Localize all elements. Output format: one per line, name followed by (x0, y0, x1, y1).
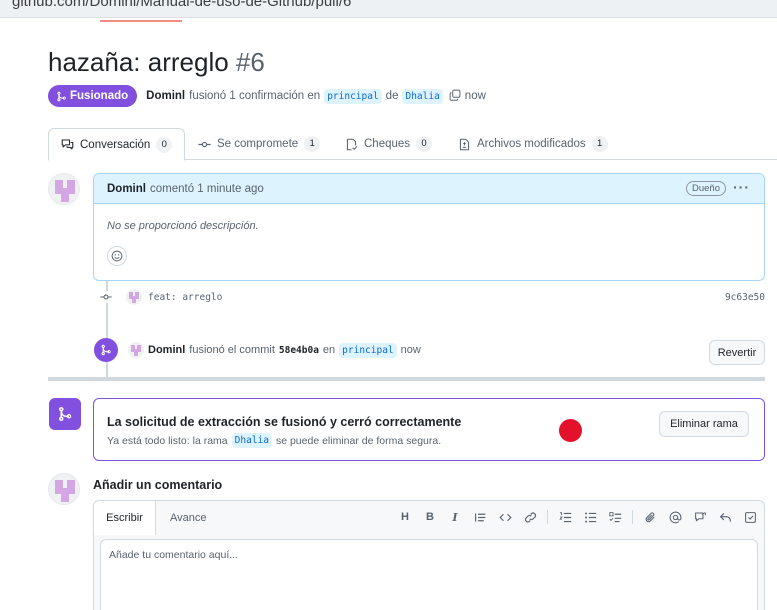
tab-files-label: Archivos modificados (477, 138, 586, 150)
tab-conversation-label: Conversación (80, 138, 151, 151)
tab-preview[interactable]: Avance (158, 501, 219, 534)
comment-body: No se proporcionó descripción. (107, 220, 259, 232)
merge-in-word: en (322, 344, 336, 356)
ordered-list-icon[interactable] (557, 509, 573, 525)
toolbar-divider-2 (632, 510, 633, 524)
reply-icon[interactable] (717, 509, 733, 525)
merge-author-avatar[interactable] (128, 342, 144, 358)
comment-editor: Escribir Avance H B I Añade tu comentari… (93, 500, 765, 610)
commit-item: feat: arreglo 9c63e50 (100, 289, 765, 305)
merge-event-text: fusionó el commit (189, 344, 275, 356)
kebab-menu-icon[interactable]: ··· (733, 179, 750, 195)
merged-state-badge: Fusionado (48, 85, 138, 107)
pr-meta: Fusionado Dominl fusionó 1 confirmación … (48, 85, 486, 107)
bold-button[interactable]: B (422, 509, 438, 525)
add-comment-heading: Añadir un comentario (93, 478, 223, 492)
file-diff-icon (459, 138, 470, 150)
copy-icon[interactable] (449, 89, 461, 104)
timeline-divider (48, 377, 765, 381)
tab-commits-count: 1 (304, 136, 321, 152)
smiley-icon (111, 250, 123, 262)
merge-status-sub-before: Ya está todo listo: la rama (107, 434, 228, 447)
merge-status-heading: La solicitud de extracción se fusionó y … (107, 415, 462, 429)
commit-author-avatar[interactable] (126, 289, 142, 305)
browser-tab-indicator (100, 20, 182, 22)
attach-icon[interactable] (642, 509, 658, 525)
merged-status-icon (49, 398, 81, 430)
merge-event-time: now (400, 344, 421, 356)
tab-checks[interactable]: Cheques 0 (333, 128, 444, 160)
comment-textarea[interactable]: Añade tu comentario aquí... (100, 539, 758, 610)
browser-url-bar[interactable]: github.com/Domini/Manual-de-uso-de-Githu… (0, 0, 777, 18)
avatar[interactable] (48, 173, 80, 205)
pr-title: hazaña: arreglo #6 (48, 47, 265, 78)
tab-files-changed[interactable]: Archivos modificados 1 (446, 128, 620, 160)
tab-write[interactable]: Escribir (94, 501, 156, 535)
pr-title-text: hazaña: arreglo (48, 47, 229, 77)
heading-button[interactable]: H (397, 509, 413, 525)
cursor-marker (559, 419, 582, 442)
cross-reference-icon[interactable] (692, 509, 708, 525)
add-reaction-button[interactable] (107, 246, 127, 266)
comment-card: Dominl comentó 1 minute ago Dueño ··· No… (93, 173, 765, 281)
pr-action-text: fusionó 1 confirmación en (189, 90, 321, 102)
checklist-icon (346, 138, 358, 150)
task-list-icon[interactable] (607, 509, 623, 525)
quote-icon[interactable] (472, 509, 488, 525)
merge-status-subtext: Ya está todo listo: la rama Dhalia se pu… (107, 433, 441, 448)
comment-author[interactable]: Dominl (107, 183, 146, 195)
tab-commits[interactable]: Se compromete 1 (186, 128, 332, 160)
owner-badge: Dueño (686, 181, 726, 196)
merge-branch-chip[interactable]: principal (339, 342, 397, 358)
commit-message-link[interactable]: feat: arreglo (148, 292, 222, 303)
comment-header: Dominl comentó 1 minute ago (94, 174, 764, 204)
head-branch-chip[interactable]: Dhalia (402, 88, 443, 104)
from-word: de (385, 90, 399, 102)
tab-checks-count: 0 (416, 136, 433, 152)
merge-icon (57, 91, 66, 101)
italic-button[interactable]: I (447, 509, 463, 525)
markdown-toolbar: H B I (397, 509, 758, 525)
tab-commits-label: Se compromete (217, 138, 299, 150)
merge-commit-sha-link[interactable]: 58e4b0a (279, 345, 319, 356)
pr-time: now (464, 90, 486, 102)
commit-icon (100, 291, 112, 303)
tab-checks-label: Cheques (364, 138, 411, 150)
merge-status-box: La solicitud de extracción se fusionó y … (93, 398, 765, 461)
toolbar-divider (547, 510, 548, 524)
tab-files-count: 1 (591, 136, 608, 152)
merge-author-link[interactable]: Dominl (148, 344, 185, 356)
tab-conversation[interactable]: Conversación 0 (48, 128, 186, 161)
pr-number: #6 (235, 47, 265, 77)
commit-sha-link[interactable]: 9c63e50 (725, 292, 765, 303)
unordered-list-icon[interactable] (582, 509, 598, 525)
pr-author-link[interactable]: Dominl (146, 90, 185, 102)
merged-state-label: Fusionado (70, 90, 129, 102)
code-icon[interactable] (497, 509, 513, 525)
merge-event-icon (94, 338, 118, 362)
merge-status-sub-after: se puede eliminar de forma segura. (275, 434, 442, 447)
revert-button[interactable]: Revertir (709, 340, 765, 365)
current-user-avatar[interactable] (48, 473, 80, 505)
mention-icon[interactable] (667, 509, 683, 525)
browser-url[interactable]: github.com/Domini/Manual-de-uso-de-Githu… (12, 0, 351, 10)
delete-branch-button[interactable]: Eliminar rama (659, 411, 749, 437)
link-icon[interactable] (522, 509, 538, 525)
commit-icon (198, 141, 211, 147)
base-branch-chip[interactable]: principal (324, 88, 382, 104)
slash-commands-icon[interactable] (742, 509, 758, 525)
merge-event: Dominl fusionó el commit 58e4b0a en prin… (94, 336, 765, 365)
merge-status-branch-chip[interactable]: Dhalia (231, 433, 272, 448)
comment-discussion-icon (61, 139, 74, 150)
comment-timestamp: comentó 1 minute ago (149, 182, 264, 195)
tab-conversation-count: 0 (156, 136, 173, 153)
pr-tabs: Conversación 0 Se compromete 1 Cheques 0… (48, 128, 777, 161)
